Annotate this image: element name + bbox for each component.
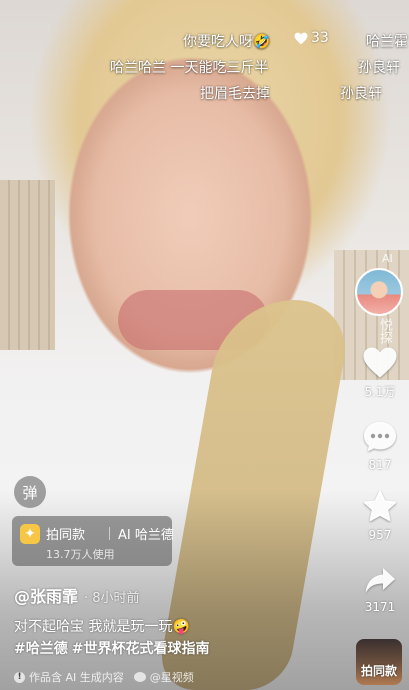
template-divider	[109, 527, 110, 540]
favorite-count: 957	[368, 528, 392, 542]
sparkle-icon: ✦	[20, 524, 40, 544]
hashtag-link[interactable]: #世界杯花式看球指南	[72, 638, 210, 658]
danmu-like-count: 33	[311, 30, 329, 46]
hashtag-row: #哈兰德 #世界杯花式看球指南	[14, 638, 209, 658]
info-icon: !	[14, 671, 25, 683]
danmu-text: 你要吃人呀	[183, 34, 253, 50]
hashtag-link[interactable]: #哈兰德	[14, 638, 68, 658]
background-wall-left	[0, 180, 55, 350]
creator-avatar[interactable]	[355, 268, 403, 316]
weibo-icon	[133, 672, 146, 682]
share-count: 3171	[364, 600, 396, 614]
same-video-label: 拍同款	[360, 664, 397, 678]
laughing-emoji-icon: 🤣	[253, 34, 271, 50]
source-label: @星视频	[149, 671, 194, 684]
ai-content-notice: 作品含 AI 生成内容	[29, 671, 124, 684]
danmu-toggle-button[interactable]: 弹	[14, 476, 46, 508]
author-name-link[interactable]: @张雨霏	[14, 583, 78, 607]
author-row: @张雨霏 · 8小时前	[14, 583, 140, 607]
danmu-comment-5: 把眉毛去掉	[200, 86, 270, 102]
follow-caption: 悦探	[377, 318, 392, 344]
heart-icon	[294, 32, 308, 44]
danmu-comment-3: 哈兰哈兰 一天能吃三斤半	[110, 60, 269, 76]
template-usage-count: 13.7万人使用	[46, 548, 115, 561]
share-button[interactable]: 3171	[355, 566, 405, 614]
comment-icon	[364, 422, 396, 452]
post-caption: 对不起哈宝 我就是玩一玩🤪	[14, 619, 190, 635]
heart-icon	[363, 347, 397, 378]
template-name: AI 哈兰德	[118, 528, 174, 543]
same-video-button[interactable]: 拍同款	[356, 639, 402, 685]
danmu-likes: 33	[294, 30, 329, 46]
danmu-comment-1: 你要吃人呀🤣	[183, 31, 270, 51]
video-screen[interactable]: 你要吃人呀🤣 33 哈兰霍 哈兰哈兰 一天能吃三斤半 孙良轩 把眉毛去掉 孙良轩…	[0, 0, 409, 690]
star-icon	[363, 490, 397, 522]
comment-button[interactable]: 817	[355, 420, 405, 472]
like-count: 5.1万	[364, 385, 396, 399]
share-arrow-icon	[365, 568, 395, 593]
avatar-ai-badge: AI	[382, 252, 393, 265]
danmu-comment-6: 孙良轩	[340, 86, 382, 102]
danmu-comment-2: 哈兰霍	[366, 34, 408, 50]
template-card[interactable]: ✦ 拍同款 AI 哈兰德 13.7万人使用	[12, 516, 174, 566]
template-title: 拍同款	[46, 528, 86, 543]
favorite-button[interactable]: 957	[355, 490, 405, 542]
danmu-comment-4: 孙良轩	[358, 60, 400, 76]
like-button[interactable]: 5.1万	[355, 346, 405, 400]
post-footer: ! 作品含 AI 生成内容 @星视频	[14, 669, 194, 685]
comment-count: 817	[368, 458, 392, 472]
post-time: · 8小时前	[84, 591, 140, 606]
